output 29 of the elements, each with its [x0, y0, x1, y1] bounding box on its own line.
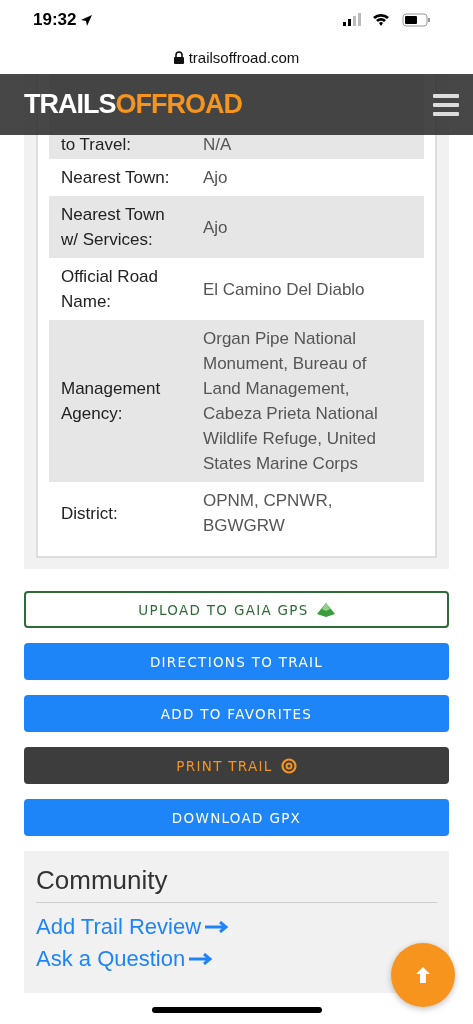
mountain-icon: [316, 602, 335, 617]
detail-value: Ajo: [203, 167, 229, 189]
action-button[interactable]: PRINT TRAIL: [24, 747, 449, 784]
location-arrow-icon: [80, 13, 94, 27]
arrow-up-icon: [415, 966, 431, 984]
detail-label: Nearest Town:: [61, 167, 171, 189]
menu-icon[interactable]: [433, 93, 459, 116]
site-logo[interactable]: TRAILSOFFROAD: [24, 91, 242, 118]
detail-value: OPNM, CPNWR, BGWGRW: [203, 490, 334, 537]
community-title: Community: [36, 865, 437, 903]
clock-time: 19:32: [33, 10, 94, 30]
action-button[interactable]: DOWNLOAD GPX: [24, 799, 449, 836]
target-icon: [280, 757, 297, 774]
detail-value: El Camino Del Diablo: [203, 278, 366, 301]
detail-value: Organ Pipe National Monument, Bureau of Land Management, Cabeza Prieta National Wildlife Refuge, United States Marine Corps: [203, 328, 379, 475]
action-button[interactable]: DIRECTIONS TO TRAIL: [24, 643, 449, 680]
url-address[interactable]: trailsoffroad.com: [188, 48, 300, 66]
action-button[interactable]: ADD TO FAVORITES: [24, 695, 449, 732]
community-link[interactable]: Add Trail Review: [36, 911, 232, 943]
detail-label: to Travel:: [61, 134, 132, 156]
community-link[interactable]: Ask a Question: [36, 943, 216, 975]
detail-label: Management Agency:: [61, 378, 162, 425]
detail-value: N/A: [203, 134, 233, 156]
detail-label: District:: [61, 502, 119, 525]
lock-icon: [173, 50, 184, 64]
detail-value: Ajo: [203, 216, 229, 239]
action-button[interactable]: UPLOAD TO GAIA GPS: [24, 591, 449, 628]
detail-label: Nearest Town w/ Services:: [61, 204, 166, 251]
detail-label: Official Road Name:: [61, 266, 159, 313]
